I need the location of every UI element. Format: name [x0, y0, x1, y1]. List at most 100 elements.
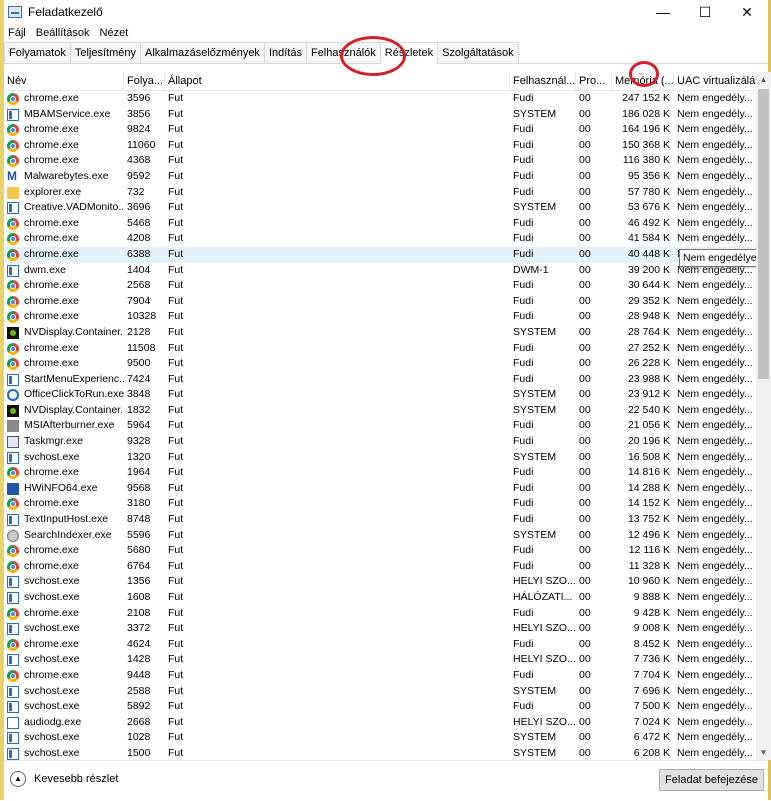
table-row[interactable]: chrome.exe 11060 Fut Fudi 00 150 368 K Nem eng… — [4, 138, 756, 154]
table-row[interactable]: svchost.exe 3372 Fut HELYI SZO... 00 9 008 K N… — [4, 621, 756, 637]
column-pid[interactable]: Folya... — [124, 72, 165, 90]
audio-icon — [7, 716, 19, 729]
cell-cpu: 00 — [579, 668, 591, 681]
cell-cpu: 00 — [579, 622, 591, 635]
cell-mem: 22 540 K — [627, 403, 670, 416]
cell-status: Fut — [168, 357, 184, 370]
cell-uac: Nem engedély... — [677, 544, 753, 557]
table-row[interactable]: svchost.exe 1320 Fut SYSTEM 00 16 508 K Nem en… — [4, 450, 756, 466]
table-row[interactable]: SearchIndexer.exe 5596 Fut SYSTEM 00 12 496 K… — [4, 528, 756, 544]
table-row[interactable]: chrome.exe 4208 Fut Fudi 00 41 584 K Nem enged… — [4, 231, 756, 247]
table-row[interactable]: NVDisplay.Container... 1832 Fut SYSTEM 00 22 … — [4, 403, 756, 419]
table-row[interactable]: chrome.exe 3596 Fut Fudi 00 247 152 K Nem enge… — [4, 91, 756, 107]
column-cpu[interactable]: Pro... — [576, 72, 612, 90]
table-row[interactable]: chrome.exe 5680 Fut Fudi 00 12 116 K Nem enged… — [4, 543, 756, 559]
column-name[interactable]: Név — [4, 72, 124, 90]
table-row[interactable]: MBAMService.exe 3856 Fut SYSTEM 00 186 028 K N… — [4, 107, 756, 123]
table-row[interactable]: explorer.exe 732 Fut Fudi 00 57 780 K Nem enge… — [4, 185, 756, 201]
table-row[interactable]: audiodg.exe 2668 Fut HELYI SZO... 00 7 024 K N… — [4, 715, 756, 731]
table-row[interactable]: NVDisplay.Container... 2128 Fut SYSTEM 00 28 … — [4, 325, 756, 341]
cell-cpu: 00 — [579, 715, 591, 728]
cell-cpu: 00 — [579, 575, 591, 588]
table-row[interactable]: chrome.exe 1964 Fut Fudi 00 14 816 K Nem enged… — [4, 465, 756, 481]
minimize-button[interactable]: — — [642, 0, 684, 24]
menu-file[interactable]: Fájl — [8, 27, 26, 39]
column-uac[interactable]: UAC virtualizálás — [674, 72, 756, 90]
cell-mem: 39 200 K — [627, 263, 670, 276]
cell-uac: Nem engedély... — [677, 388, 753, 401]
table-row[interactable]: dwm.exe 1404 Fut DWM-1 00 39 200 K Nem engedél… — [4, 263, 756, 279]
cell-status: Fut — [168, 419, 184, 432]
tab-services[interactable]: Szolgáltatások — [437, 42, 519, 63]
tab-performance[interactable]: Teljesítmény — [69, 42, 141, 63]
cell-mem: 13 752 K — [627, 513, 670, 526]
column-status[interactable]: Állapot — [165, 72, 510, 90]
cell-status: Fut — [168, 279, 184, 292]
tab-processes[interactable]: Folyamatok — [4, 42, 71, 63]
table-row[interactable]: chrome.exe 3180 Fut Fudi 00 14 152 K Nem enged… — [4, 496, 756, 512]
table-row[interactable]: HWiNFO64.exe 9568 Fut Fudi 00 14 288 K Nem eng… — [4, 481, 756, 497]
table-row[interactable]: chrome.exe 5468 Fut Fudi 00 46 492 K Nem enged… — [4, 216, 756, 232]
table-row[interactable]: TextInputHost.exe 8748 Fut Fudi 00 13 752 K Ne… — [4, 512, 756, 528]
scroll-down-icon[interactable]: ▼ — [756, 745, 771, 760]
table-row[interactable]: svchost.exe 1500 Fut SYSTEM 00 6 208 K Nem eng… — [4, 746, 756, 760]
tab-app-history[interactable]: Alkalmazáselőzmények — [140, 42, 265, 63]
cell-pid: 1832 — [127, 403, 151, 416]
cell-mem: 7 736 K — [633, 653, 670, 666]
menu-view[interactable]: Nézet — [100, 27, 129, 39]
cell-cpu: 00 — [579, 591, 591, 603]
table-row[interactable]: chrome.exe 9448 Fut Fudi 00 7 704 K Nem engedé… — [4, 668, 756, 684]
nvidia-icon — [7, 404, 19, 417]
table-row[interactable]: svchost.exe 1356 Fut HELYI SZO... 00 10 960 K… — [4, 574, 756, 590]
column-user[interactable]: Felhasznál... — [510, 72, 576, 90]
fewer-details-link[interactable]: ▲ Kevesebb részlet — [10, 771, 118, 787]
cell-uac: Nem engedély... — [677, 513, 753, 526]
table-row[interactable]: chrome.exe 10328 Fut Fudi 00 28 948 K Nem enge… — [4, 309, 756, 325]
table-row[interactable]: StartMenuExperienc... 7424 Fut Fudi 00 23 988… — [4, 372, 756, 388]
end-task-button[interactable]: Feladat befejezése — [659, 769, 764, 791]
cell-uac: Nem engedély... — [677, 341, 753, 354]
table-row[interactable]: svchost.exe 1608 Fut HÁLÓZATI... 00 9 888 K Ne… — [4, 590, 756, 606]
table-row[interactable]: svchost.exe 2588 Fut SYSTEM 00 7 696 K Nem eng… — [4, 684, 756, 700]
table-row[interactable]: chrome.exe 2568 Fut Fudi 00 30 644 K Nem enged… — [4, 278, 756, 294]
tab-startup[interactable]: Indítás — [263, 42, 307, 63]
cell-uac: Nem engedély... — [677, 653, 753, 666]
menu-settings[interactable]: Beállítások — [36, 27, 90, 39]
cell-user: Fudi — [513, 419, 534, 432]
table-row[interactable]: svchost.exe 1428 Fut HELYI SZO... 00 7 736 K N… — [4, 652, 756, 668]
table-row[interactable]: svchost.exe 1028 Fut SYSTEM 00 6 472 K Nem eng… — [4, 730, 756, 746]
table-row[interactable]: svchost.exe 5892 Fut Fudi 00 7 500 K Nem enged… — [4, 699, 756, 715]
cell-status: Fut — [168, 403, 184, 416]
table-row[interactable]: Taskmgr.exe 9328 Fut Fudi 00 20 196 K Nem enge… — [4, 434, 756, 450]
service-icon — [7, 654, 19, 667]
cell-pid: 11508 — [127, 341, 156, 354]
table-row[interactable]: chrome.exe 9500 Fut Fudi 00 26 228 K Nem enged… — [4, 356, 756, 372]
cell-user: HELYI SZO... — [513, 575, 576, 588]
table-row[interactable]: chrome.exe 2108 Fut Fudi 00 9 428 K Nem engedé… — [4, 606, 756, 622]
table-row[interactable]: chrome.exe 9824 Fut Fudi 00 164 196 K Nem enge… — [4, 122, 756, 138]
scroll-up-icon[interactable]: ▲ — [756, 72, 771, 87]
table-row[interactable]: chrome.exe 11508 Fut Fudi 00 27 252 K Nem enge… — [4, 341, 756, 357]
cell-user: Fudi — [513, 341, 534, 354]
cell-uac: Nem engedély... — [677, 403, 753, 416]
title-bar[interactable]: Feladatkezelő — ☐ ✕ — [4, 0, 768, 24]
cell-user: Fudi — [513, 185, 534, 198]
table-row[interactable]: Creative.VADMonito... 3696 Fut SYSTEM 00 53 6… — [4, 200, 756, 216]
gear-icon — [7, 389, 19, 402]
cell-uac: Nem engedély... — [677, 591, 753, 603]
table-row[interactable]: Malwarebytes.exe 9592 Fut Fudi 00 95 356 K Nem… — [4, 169, 756, 185]
maximize-button[interactable]: ☐ — [684, 0, 726, 24]
table-row[interactable]: OfficeClickToRun.exe 3848 Fut SYSTEM 00 23 91… — [4, 387, 756, 403]
cell-pid: 5964 — [127, 419, 151, 432]
table-row[interactable]: chrome.exe 7904 Fut Fudi 00 29 352 K Nem enged… — [4, 294, 756, 310]
cell-pid: 2128 — [127, 325, 151, 338]
scrollbar-thumb[interactable] — [758, 89, 769, 379]
table-row[interactable]: chrome.exe 6764 Fut Fudi 00 11 328 K Nem enged… — [4, 559, 756, 575]
table-row[interactable]: MSIAfterburner.exe 5964 Fut Fudi 00 21 056 K N… — [4, 418, 756, 434]
close-button[interactable]: ✕ — [726, 0, 768, 24]
table-row[interactable]: chrome.exe 4624 Fut Fudi 00 8 452 K Nem engedé… — [4, 637, 756, 653]
vertical-scrollbar[interactable]: ▲ ▼ — [756, 72, 771, 760]
table-row[interactable]: chrome.exe 4368 Fut Fudi 00 116 380 K Nem enge… — [4, 153, 756, 169]
cell-uac: Nem engedély... — [677, 528, 753, 541]
table-row[interactable]: chrome.exe6388FutFudi0040 448 KNem enged… — [4, 246, 756, 263]
